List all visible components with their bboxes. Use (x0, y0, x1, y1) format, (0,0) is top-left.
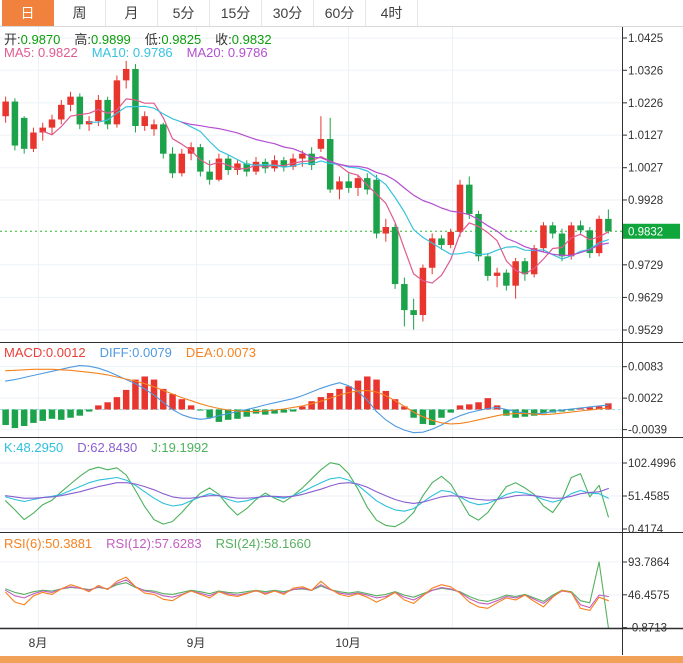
svg-text:0.9629: 0.9629 (628, 292, 663, 304)
candlestick-panel (0, 60, 623, 330)
svg-text:0.0083: 0.0083 (628, 362, 663, 374)
chart-canvas[interactable]: 1.0425 1.0326 1.0226 1.0127 1.0027 0.9928 0.97… (0, 0, 683, 663)
current-price-badge: 0.9832 (623, 223, 680, 239)
svg-text:1.0027: 1.0027 (628, 163, 663, 175)
svg-text:0.4174: 0.4174 (628, 524, 664, 536)
svg-text:51.4585: 51.4585 (628, 491, 670, 503)
svg-text:0.0022: 0.0022 (628, 393, 663, 405)
svg-text:0.9529: 0.9529 (628, 325, 663, 337)
svg-text:0.9928: 0.9928 (628, 195, 663, 207)
kline-app: 日周月 5分 15分 30分 60分 4时 1.0425 1.0326 1.0226 1.012… (0, 0, 683, 663)
svg-text:46.4575: 46.4575 (628, 590, 670, 602)
svg-text:1.0425: 1.0425 (628, 33, 663, 45)
svg-text:8月: 8月 (29, 636, 48, 650)
svg-text:1.0226: 1.0226 (628, 98, 663, 110)
kdj-panel (5, 462, 609, 528)
svg-text:0.9729: 0.9729 (628, 260, 663, 272)
svg-text:0.9832: 0.9832 (628, 226, 663, 238)
svg-text:10月: 10月 (335, 636, 360, 650)
svg-text:9月: 9月 (187, 636, 206, 650)
bottom-bar (0, 656, 683, 663)
svg-text:-0.0039: -0.0039 (628, 425, 667, 437)
svg-text:93.7864: 93.7864 (628, 557, 670, 569)
svg-text:102.4996: 102.4996 (628, 458, 676, 470)
svg-text:1.0127: 1.0127 (628, 130, 663, 142)
svg-text:1.0326: 1.0326 (628, 65, 663, 77)
time-axis: 8月 9月 10月 (29, 636, 361, 650)
gridlines (0, 27, 622, 629)
macd-panel (0, 365, 621, 434)
